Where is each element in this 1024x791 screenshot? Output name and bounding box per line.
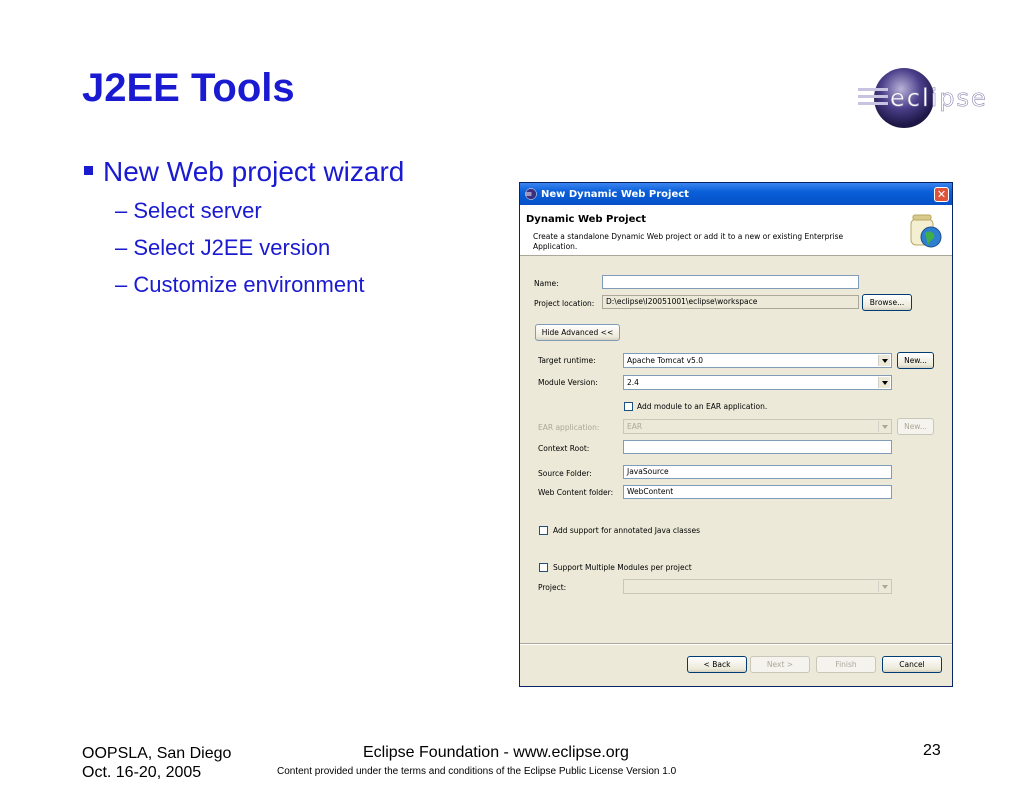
web-content-folder-input[interactable]: WebContent bbox=[623, 485, 892, 499]
wizard-jar-globe-icon bbox=[910, 214, 942, 248]
ear-application-select[interactable]: EAR bbox=[623, 419, 892, 434]
chevron-down-icon[interactable] bbox=[878, 421, 890, 432]
banner-title: Dynamic Web Project bbox=[526, 214, 647, 225]
finish-button[interactable]: Finish bbox=[816, 656, 876, 673]
bullet-list: New Web project wizard – Select server –… bbox=[84, 156, 404, 298]
annotated-java-checkbox[interactable] bbox=[539, 526, 548, 535]
chevron-down-icon[interactable] bbox=[878, 355, 890, 366]
add-ear-label: Add module to an EAR application. bbox=[637, 402, 768, 411]
eclipse-window-icon bbox=[525, 188, 537, 200]
browse-button[interactable]: Browse... bbox=[862, 294, 912, 311]
eclipse-logo-text: eclipse bbox=[890, 84, 988, 112]
target-runtime-value: Apache Tomcat v5.0 bbox=[627, 356, 703, 365]
page-number: 23 bbox=[923, 742, 941, 759]
eclipse-logo: eclipse bbox=[858, 68, 988, 128]
footer-event-name: OOPSLA, San Diego bbox=[82, 745, 232, 762]
add-ear-checkbox[interactable] bbox=[624, 402, 633, 411]
web-content-folder-label: Web Content folder: bbox=[538, 488, 614, 497]
footer-event: OOPSLA, San Diego Oct. 16-20, 2005 bbox=[82, 744, 231, 782]
dialog-titlebar[interactable]: New Dynamic Web Project ✕ bbox=[520, 183, 952, 205]
footer-foundation: Eclipse Foundation - www.eclipse.org bbox=[363, 744, 629, 761]
source-folder-input[interactable]: JavaSource bbox=[623, 465, 892, 479]
module-version-label: Module Version: bbox=[538, 378, 598, 387]
project-location-label: Project location: bbox=[534, 299, 595, 308]
name-label: Name: bbox=[534, 279, 559, 288]
sub-bullet-select-server: – Select server bbox=[115, 198, 262, 223]
new-ear-button[interactable]: New... bbox=[897, 418, 934, 435]
back-button[interactable]: < Back bbox=[687, 656, 747, 673]
context-root-input[interactable] bbox=[623, 440, 892, 454]
footer-date: Oct. 16-20, 2005 bbox=[82, 764, 202, 781]
project-location-field[interactable]: D:\eclipse\I20051001\eclipse\workspace bbox=[602, 295, 859, 309]
project-label: Project: bbox=[538, 583, 567, 592]
target-runtime-label: Target runtime: bbox=[538, 356, 596, 365]
next-button[interactable]: Next > bbox=[750, 656, 810, 673]
source-folder-label: Source Folder: bbox=[538, 469, 592, 478]
new-runtime-button[interactable]: New... bbox=[897, 352, 934, 369]
dialog-window-title: New Dynamic Web Project bbox=[541, 188, 689, 200]
multiple-modules-label: Support Multiple Modules per project bbox=[553, 563, 692, 572]
annotated-java-label: Add support for annotated Java classes bbox=[553, 526, 701, 535]
bullet-main-text: New Web project wizard bbox=[103, 156, 405, 187]
new-dynamic-web-project-dialog: New Dynamic Web Project ✕ Dynamic Web Pr… bbox=[519, 182, 953, 687]
close-icon[interactable]: ✕ bbox=[934, 186, 949, 202]
wizard-banner: Dynamic Web Project Create a standalone … bbox=[520, 205, 952, 256]
module-version-select[interactable]: 2.4 bbox=[623, 375, 892, 390]
sub-bullet-select-j2ee-version: – Select J2EE version bbox=[115, 235, 331, 260]
module-version-value: 2.4 bbox=[627, 378, 639, 387]
multiple-modules-checkbox[interactable] bbox=[539, 563, 548, 572]
ear-application-value: EAR bbox=[627, 422, 643, 431]
cancel-button[interactable]: Cancel bbox=[882, 656, 942, 673]
bullet-main: New Web project wizard bbox=[84, 156, 404, 188]
sub-bullet-customize-environment: – Customize environment bbox=[115, 272, 365, 297]
footer-license: Content provided under the terms and con… bbox=[277, 766, 677, 777]
context-root-label: Context Root: bbox=[538, 444, 590, 453]
chevron-down-icon[interactable] bbox=[878, 377, 890, 388]
chevron-down-icon[interactable] bbox=[878, 581, 890, 592]
ear-application-label: EAR application: bbox=[538, 423, 600, 432]
bullet-square-icon bbox=[84, 166, 93, 175]
target-runtime-select[interactable]: Apache Tomcat v5.0 bbox=[623, 353, 892, 368]
project-select[interactable] bbox=[623, 579, 892, 594]
project-name-input[interactable] bbox=[602, 275, 859, 289]
button-bar-separator bbox=[520, 643, 952, 645]
slide-title: J2EE Tools bbox=[82, 66, 295, 110]
hide-advanced-button[interactable]: Hide Advanced << bbox=[535, 324, 620, 341]
banner-description: Create a standalone Dynamic Web project … bbox=[533, 232, 844, 251]
